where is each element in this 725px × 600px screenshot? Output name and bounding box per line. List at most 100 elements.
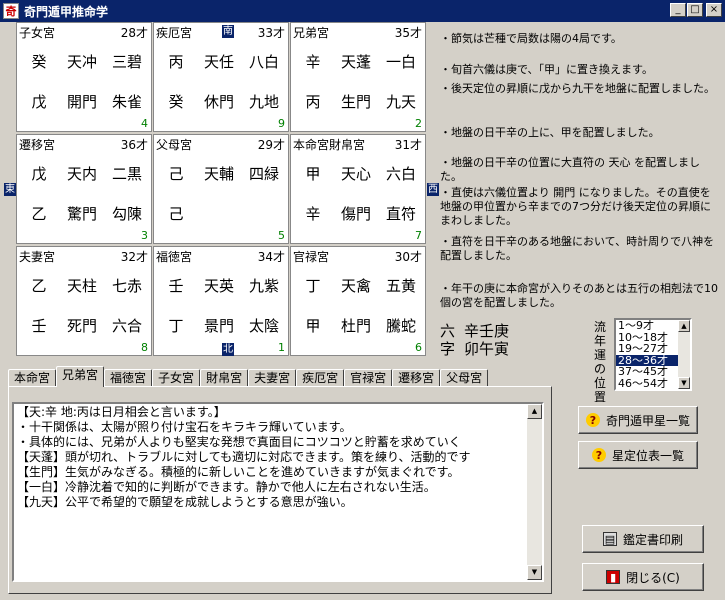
palace-star: 八白 [248,53,279,71]
period-scrollbar[interactable]: ▲ ▼ [678,320,690,389]
close-window-button[interactable]: × [706,3,722,17]
palace-ag: 35才 [394,26,422,40]
tab-palace[interactable]: 福徳宮 [104,369,153,387]
palace-star: 九天 [385,93,416,111]
palace-star: 天柱 [66,277,97,295]
palace-nm: 官禄宮 [293,250,330,264]
tab-palace[interactable]: 本命宮 [8,369,57,387]
palace-nm: 本命宮財帛宮 [293,138,366,152]
tab-palace[interactable]: 兄弟宮 [56,366,105,387]
palace-star: 九地 [248,93,279,111]
period-option[interactable]: 19〜27才 [616,343,678,355]
palace-star: 九紫 [248,277,279,295]
palace-star: 二黒 [111,165,142,183]
palace-star: 癸 [31,53,47,71]
printer-icon: ▤ [602,532,617,546]
tab-palace[interactable]: 子女宮 [152,369,201,387]
question-icon: ? [591,448,606,462]
palace-star: 朱雀 [111,93,142,111]
question-icon: ? [585,413,600,427]
palace-star: 天輔 [203,165,234,183]
period-option[interactable]: 37〜45才 [616,366,678,378]
palace-star: 五黄 [385,277,416,295]
palace-num: 6 [415,341,422,354]
note-item: ・年干の庚に本命宮が入りそのあとは五行の相剋法で10個の宮を配置しました。 [440,282,718,309]
star-position-button[interactable]: ? 星定位表一覧 [578,441,698,469]
palace-star: 直符 [385,205,416,223]
palace-star: 開門 [66,93,97,111]
palace-cell: 遷移宮 36才戊乙 天内 驚門 二黒 勾陳 3 [16,134,152,244]
period-listbox[interactable]: 1〜9才 10〜18才 19〜27才 28〜36才 37〜45才 46〜54才 ▲ ▼ [614,318,692,391]
button-label: 鑑定書印刷 [622,532,683,547]
print-report-button[interactable]: ▤ 鑑定書印刷 [582,525,704,553]
close-button[interactable]: ▮ 閉じる(C) [582,563,704,591]
palace-tabs: 本命宮 兄弟宮 福徳宮 子女宮 財帛宮 夫妻宮 疾厄宮 官禄宮 遷移宮 父母宮 [8,366,489,387]
palace-star: 壬 [168,277,184,295]
palace-cell: 兄弟宮 35才辛丙 天蓬 生門 一白 九天 2 [290,22,426,132]
scroll-down-icon[interactable]: ▼ [527,565,542,580]
palace-star: 六合 [111,317,142,335]
summary-value: 卯午寅 [464,340,510,358]
palace-star: 天心 [340,165,371,183]
palace-grid: 子女宮 28才癸戊天冲 開門 三碧 朱雀 4 疾厄宮 33才丙癸天任 休門 八白 九地 9 兄弟宮 35才… [16,22,427,358]
note-item: ・直使は六儀位置より 開門 になりました。その直使を地盤の甲位置から辛までの7つ… [440,186,711,227]
maximize-button[interactable]: □ [687,3,703,17]
palace-star: 癸 [168,93,184,111]
palace-num: 5 [278,229,285,242]
palace-star: 勾陳 [111,205,142,223]
summary-label: 六 [440,322,456,340]
scroll-up-icon[interactable]: ▲ [527,404,542,419]
summary-label: 字 [440,340,456,358]
palace-star: 乙 [31,277,47,295]
palace-nm: 兄弟宮 [293,26,330,40]
palace-cell: 本命宮財帛宮 31才甲辛 天心 傷門 六白 直符 7 [290,134,426,244]
palace-star: 天禽 [340,277,371,295]
note-item: ・節気は芒種で局数は陽の4局です。 [440,32,622,45]
direction-south-marker: 南 [222,25,234,38]
period-option[interactable]: 46〜54才 [616,377,678,390]
summary-value: 辛壬庚 [464,322,510,340]
palace-ag: 31才 [394,138,422,152]
palace-star: 景門 [203,317,234,335]
palace-star: 辛 [305,53,321,71]
tab-palace[interactable]: 疾厄宮 [296,369,345,387]
reading-line: 【九天】公平で希望的で願望を成就しようとする意思が強い。 [17,495,353,509]
reading-line: 【生門】生気がみなぎる。積極的に新しいことを進めていきますが気まぐれです。 [17,465,460,479]
tab-palace[interactable]: 官禄宮 [344,369,393,387]
period-label: 流年運の位置 [594,320,607,404]
reading-scrollbar[interactable]: ▲ ▼ [527,404,542,580]
palace-star: 甲 [305,317,321,335]
star-list-button[interactable]: ? 奇門遁甲星一覧 [578,406,698,434]
title-bar: 奇 奇門遁甲推命学 _ □ × [0,0,725,22]
palace-cell: 福徳宮 34才壬丁 天英 景門 九紫 太陰 1 [153,246,289,356]
scroll-up-icon[interactable]: ▲ [678,320,690,332]
palace-ag: 34才 [257,250,285,264]
tab-palace[interactable]: 父母宮 [440,369,489,387]
palace-num: 3 [141,229,148,242]
palace-cell: 子女宮 28才癸戊 天冲 開門 三碧 朱雀 4 [16,22,152,132]
direction-north-marker: 北 [222,343,234,356]
palace-cell: 父母宮 29才己己天輔 四緑 5 [153,134,289,244]
palace-ag: 36才 [120,138,148,152]
palace-cell: 官禄宮 30才丁甲 天禽 杜門 五黄 騰蛇 6 [290,246,426,356]
palace-star: 戊 [31,93,47,111]
scroll-down-icon[interactable]: ▼ [678,377,690,389]
button-label: 奇門遁甲星一覧 [605,413,690,428]
palace-star: 四緑 [248,165,279,183]
palace-star: 辛 [305,205,321,223]
palace-num: 9 [278,117,285,130]
palace-star: 天任 [203,53,234,71]
palace-num: 8 [141,341,148,354]
palace-star: 丙 [305,93,321,111]
period-option[interactable]: 1〜9才 [616,320,678,332]
reading-textarea[interactable]: 【天:辛 地:丙は日月相会と言います。】 ・十干関係は、太陽が照り付け宝石をキラキ… [12,402,544,582]
minimize-button[interactable]: _ [670,3,686,17]
palace-star: 六白 [385,165,416,183]
tab-palace[interactable]: 遷移宮 [392,369,441,387]
palace-star: 乙 [31,205,47,223]
tab-palace[interactable]: 夫妻宮 [248,369,297,387]
palace-nm: 疾厄宮 [156,26,193,40]
palace-star: 壬 [31,317,47,335]
tab-palace[interactable]: 財帛宮 [200,369,249,387]
note-item: ・地盤の日干辛の位置に大直符の 天心 を配置しました。 [440,156,700,183]
